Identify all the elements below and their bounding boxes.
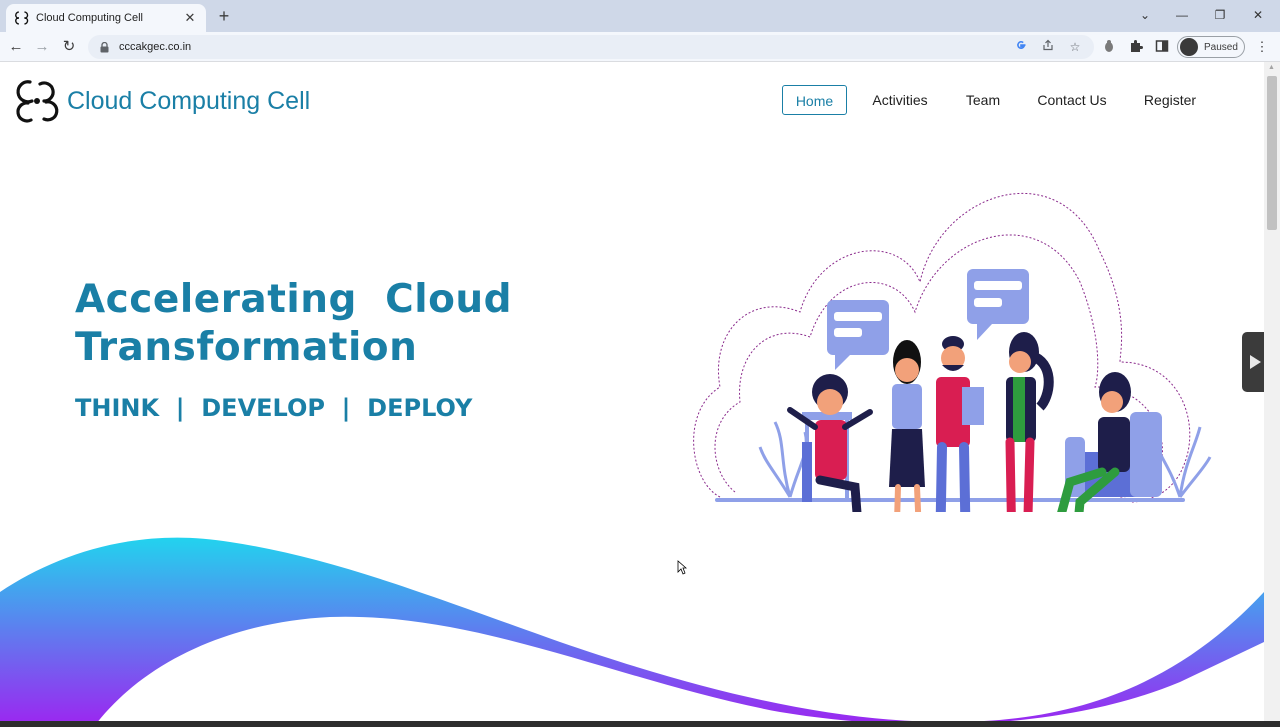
tab-list-icon[interactable]: ⌄	[1131, 4, 1159, 26]
window-bottom-edge	[0, 721, 1280, 727]
nav-home[interactable]: Home	[782, 85, 847, 115]
profile-status: Paused	[1204, 41, 1238, 53]
scrollbar-thumb[interactable]	[1267, 76, 1277, 230]
decorative-wave	[0, 537, 1264, 727]
restore-button[interactable]: ❐	[1206, 4, 1234, 26]
back-button[interactable]: ←	[6, 37, 26, 57]
side-panel-icon[interactable]	[1154, 39, 1170, 55]
google-icon[interactable]	[1013, 39, 1029, 55]
side-panel-toggle-button[interactable]	[1242, 332, 1264, 392]
browser-menu-icon[interactable]: ⋮	[1254, 39, 1270, 55]
reload-button[interactable]: ↻	[59, 37, 79, 57]
browser-tab[interactable]: Cloud Computing Cell ✕	[6, 4, 206, 32]
share-icon[interactable]	[1040, 39, 1056, 55]
tab-close-icon[interactable]: ✕	[182, 10, 198, 26]
extensions-puzzle-icon[interactable]	[1128, 39, 1144, 55]
hero-heading-line-2: Transformation	[75, 325, 418, 370]
site-logo[interactable]: Cloud Computing Cell	[14, 78, 310, 124]
nav-register[interactable]: Register	[1138, 85, 1202, 115]
close-window-button[interactable]: ✕	[1244, 4, 1272, 26]
avatar	[1180, 38, 1198, 56]
url-text: cccakgec.co.in	[119, 41, 192, 53]
extension-bug-icon[interactable]	[1101, 39, 1117, 55]
team-cloud-illustration	[693, 192, 1212, 512]
site-brand-title: Cloud Computing Cell	[67, 86, 311, 115]
browser-toolbar: ← → ↻ cccakgec.co.in ☆ Paused ⋮	[0, 32, 1280, 62]
vertical-scrollbar[interactable]: ▲	[1264, 62, 1280, 727]
nav-contact-us[interactable]: Contact Us	[1032, 85, 1112, 115]
new-tab-button[interactable]: +	[214, 6, 234, 26]
minimize-button[interactable]: —	[1168, 4, 1196, 26]
lock-icon[interactable]	[98, 41, 110, 53]
forward-button[interactable]: →	[32, 37, 52, 57]
nav-activities[interactable]: Activities	[866, 85, 934, 115]
hero-tagline: THINK | DEVELOP | DEPLOY	[75, 394, 473, 422]
page-viewport: Cloud Computing Cell Home Activities Tea…	[0, 62, 1264, 727]
address-bar[interactable]: cccakgec.co.in ☆	[88, 35, 1094, 59]
tab-title: Cloud Computing Cell	[36, 12, 143, 24]
bookmark-star-icon[interactable]: ☆	[1067, 39, 1083, 55]
hero-heading: Accelerating Cloud Transformation	[75, 276, 535, 372]
nav-team[interactable]: Team	[958, 85, 1008, 115]
scroll-up-arrow-icon[interactable]: ▲	[1268, 64, 1275, 71]
profile-button[interactable]: Paused	[1177, 36, 1245, 58]
hero-heading-line-1: Accelerating Cloud	[75, 277, 513, 322]
cloud-cell-logo-icon	[16, 80, 59, 123]
browser-tab-bar: Cloud Computing Cell ✕ + ⌄ — ❐ ✕	[0, 0, 1280, 32]
mouse-cursor-icon	[677, 560, 687, 575]
play-arrow-icon	[1250, 355, 1261, 369]
site-favicon-icon	[14, 10, 30, 26]
